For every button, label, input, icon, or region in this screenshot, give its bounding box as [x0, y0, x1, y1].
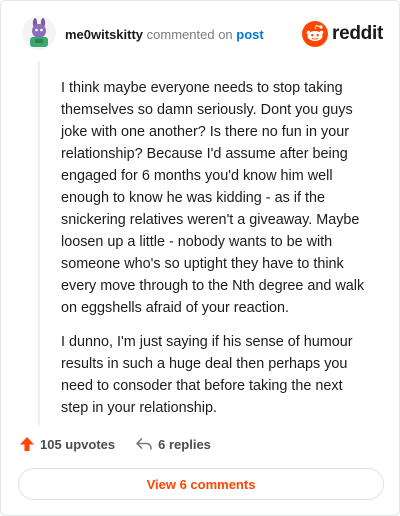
reply-arrow-icon [136, 438, 152, 450]
reddit-brand[interactable]: reddit [302, 21, 383, 47]
post-link[interactable]: post [236, 27, 263, 42]
replies-button[interactable]: 6 replies [135, 436, 211, 452]
brand-wordmark: reddit [332, 23, 383, 44]
view-comments-button[interactable]: View 6 comments [18, 468, 384, 500]
thread-line[interactable] [38, 61, 40, 425]
upvote-count: 105 upvotes [40, 436, 116, 452]
upvote-arrow-icon [20, 437, 34, 451]
reddit-logo-icon [302, 21, 329, 47]
username-link[interactable]: me0witskitty [65, 27, 143, 42]
comment-paragraph: I dunno, I'm just saying if his sense of… [61, 334, 353, 416]
comment-meta: me0witskitty commented on post [65, 27, 264, 43]
action-text: commented on [146, 27, 233, 42]
comment-actions: 105 upvotes 6 replies [19, 433, 231, 455]
replies-count: 6 replies [158, 436, 211, 452]
avatar[interactable] [21, 15, 57, 51]
comment-body: I think maybe everyone needs to stop tak… [61, 77, 365, 431]
comment-header: me0witskitty commented on post reddit [21, 15, 383, 55]
comment-card: me0witskitty commented on post reddit I … [0, 0, 400, 516]
upvote-button[interactable]: 105 upvotes [19, 436, 115, 452]
comment-paragraph: I think maybe everyone needs to stop tak… [61, 80, 365, 316]
